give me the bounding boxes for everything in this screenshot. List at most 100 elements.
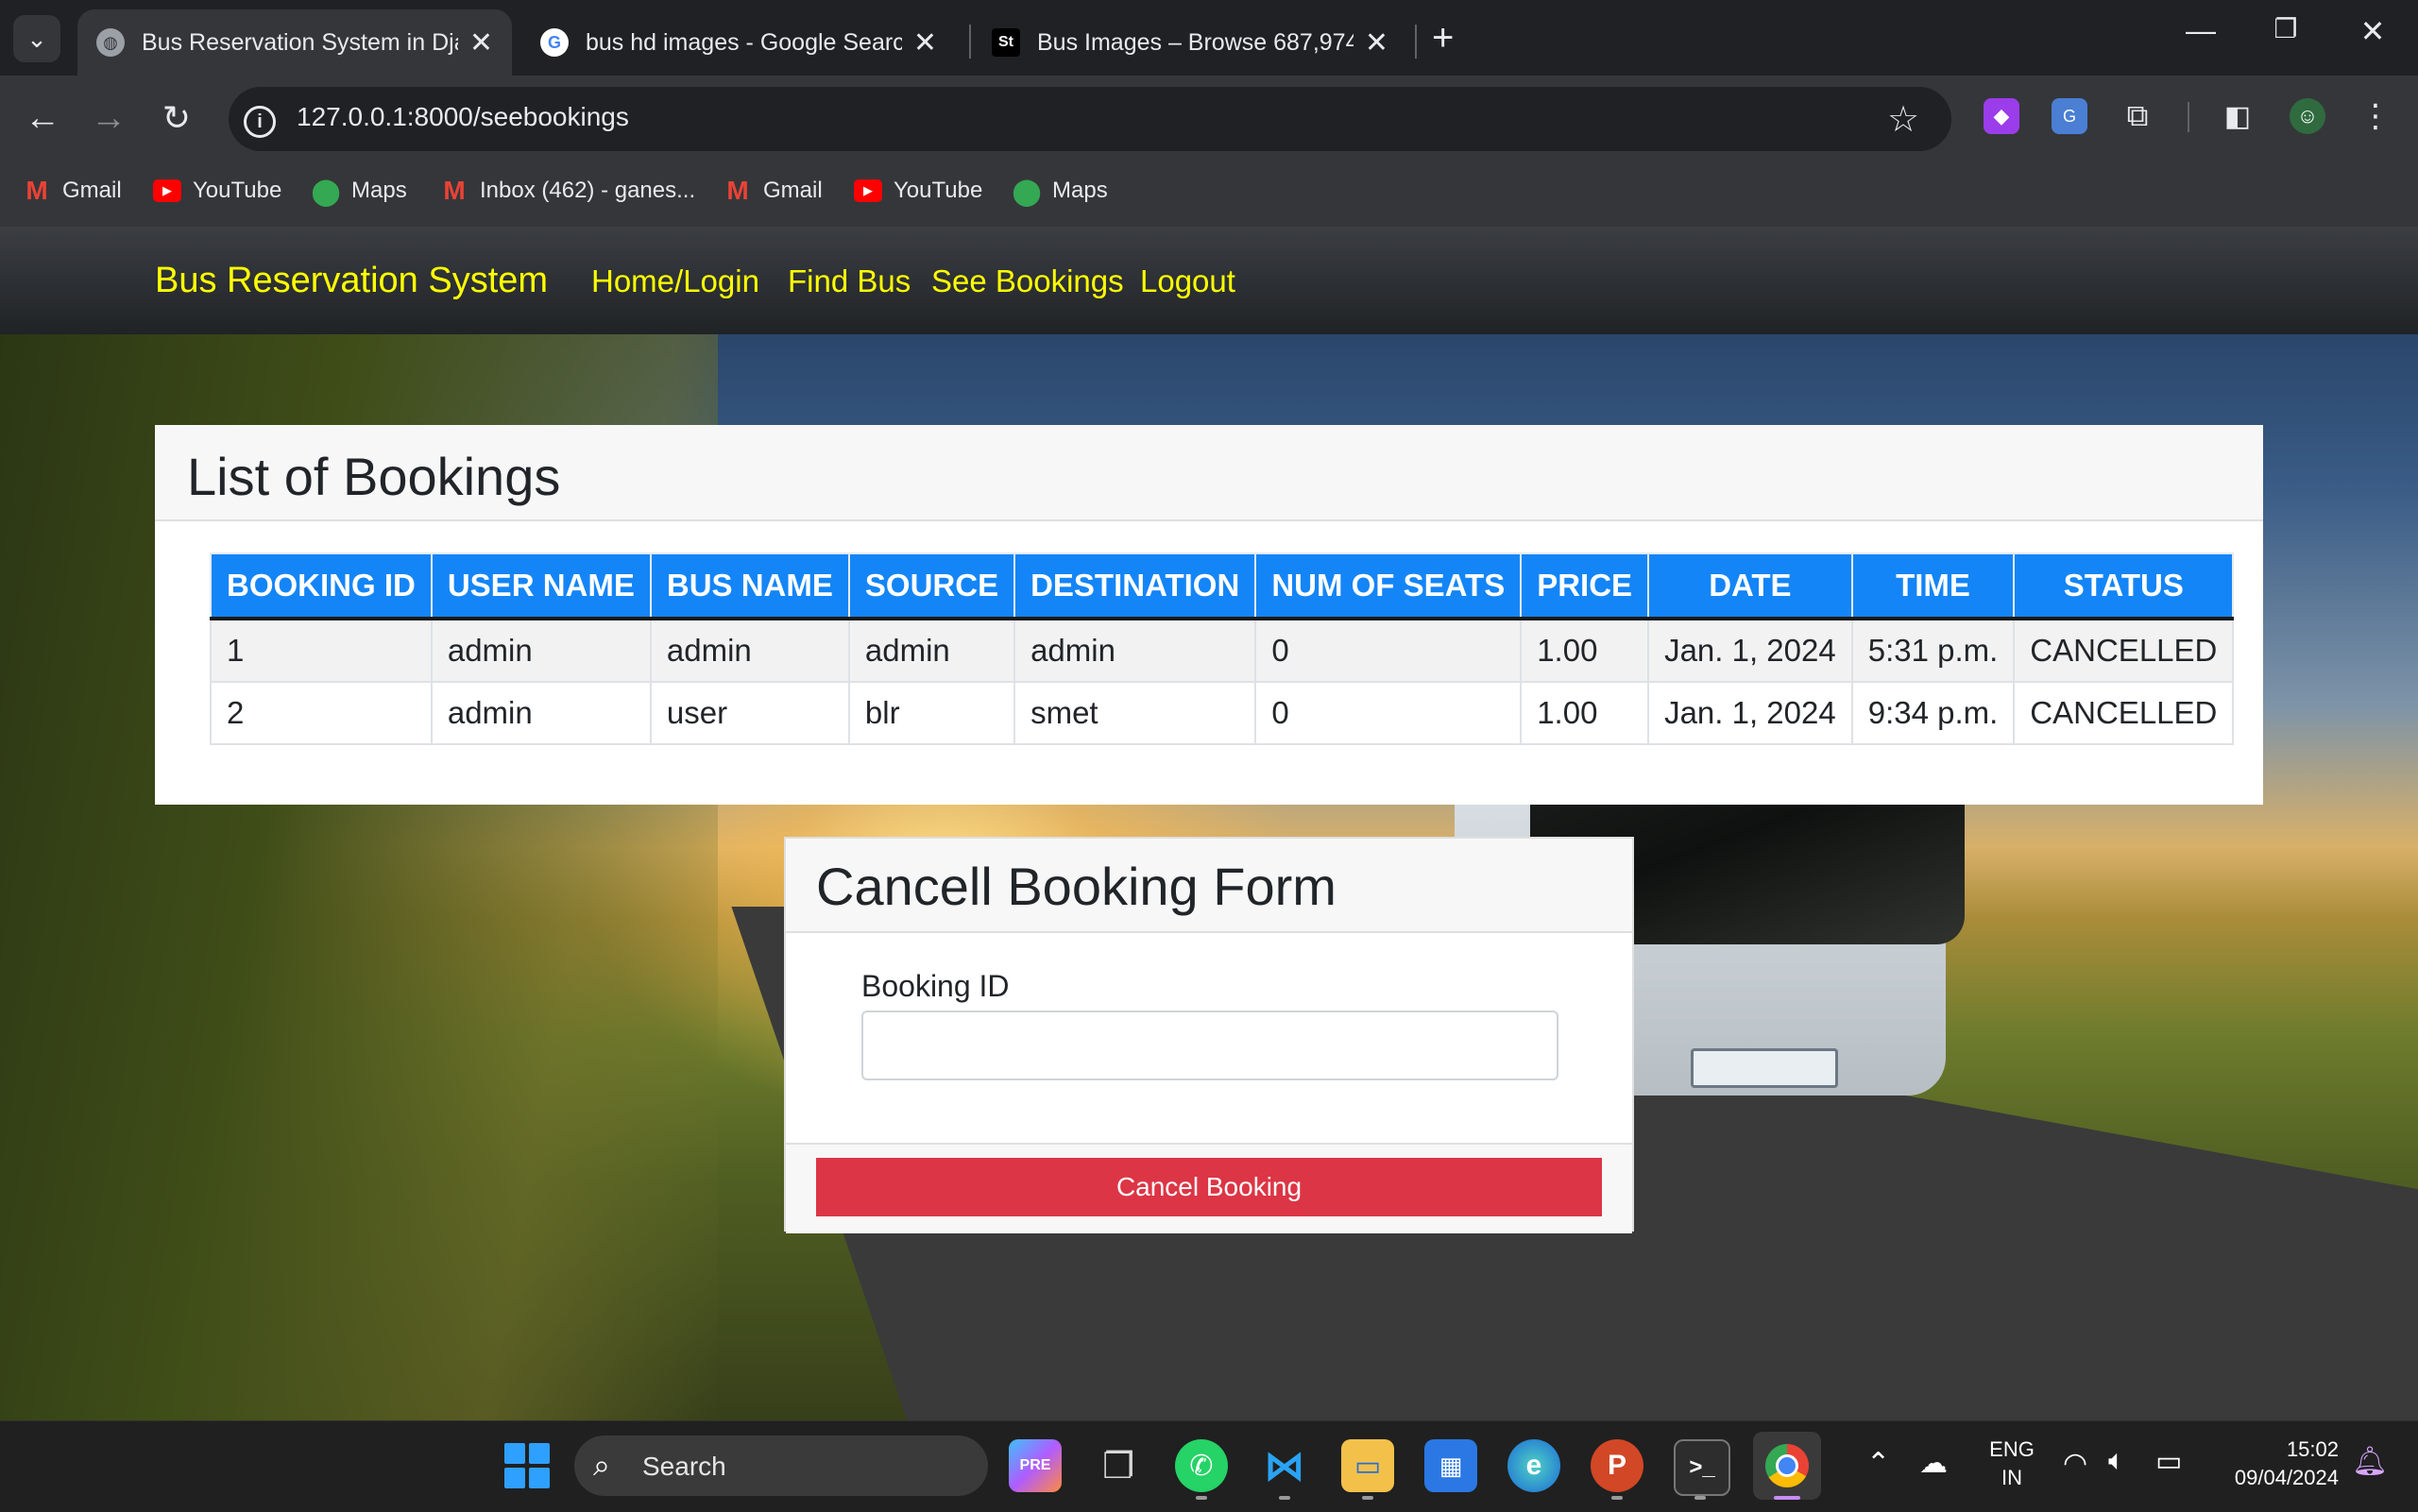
language-indicator[interactable]: ENG IN: [1984, 1436, 2040, 1492]
close-tab-icon[interactable]: ✕: [913, 26, 937, 59]
notification-bell-icon[interactable]: 🔔︎: [2352, 1445, 2388, 1478]
bookmark-label: Inbox (462) - ganes...: [480, 178, 696, 203]
page-background: [0, 227, 2418, 1420]
column-header: NUM OF SEATS: [1254, 552, 1523, 620]
chrome-taskbar-button[interactable]: [1753, 1432, 1821, 1500]
close-tab-icon[interactable]: ✕: [1365, 26, 1388, 59]
column-header: BOOKING ID: [210, 552, 433, 620]
copilot-icon[interactable]: PRE: [1009, 1439, 1062, 1492]
youtube-icon: ▶: [153, 179, 181, 202]
bookmark-star-icon[interactable]: ☆: [1887, 98, 1919, 141]
gmail-icon: M: [443, 176, 466, 205]
gmail-icon: M: [26, 176, 48, 205]
clock-date: 09/04/2024: [2234, 1466, 2339, 1489]
extension-purple-icon[interactable]: ◆: [1984, 98, 2019, 134]
bookmark-maps-2[interactable]: ⬤ Maps: [1012, 172, 1108, 210]
new-tab-button[interactable]: +: [1432, 17, 1454, 59]
column-header: STATUS: [2013, 552, 2235, 620]
tab-search-button[interactable]: ⌄: [13, 15, 60, 62]
cancel-booking-button[interactable]: Cancel Booking: [816, 1158, 1602, 1216]
side-panel-icon[interactable]: ◧: [2220, 98, 2256, 134]
nav-link-find-bus[interactable]: Find Bus: [788, 263, 911, 299]
profile-avatar[interactable]: ☺: [2290, 98, 2325, 134]
tab-separator: [969, 25, 971, 59]
bookmark-youtube[interactable]: ▶ YouTube: [153, 172, 281, 210]
chevron-down-icon: ⌄: [26, 24, 47, 53]
cell-booking-id: 1: [210, 618, 433, 683]
powerpoint-icon[interactable]: P: [1591, 1439, 1643, 1492]
translate-extension-icon[interactable]: G: [2052, 98, 2087, 134]
bookmark-label: Gmail: [763, 178, 823, 203]
vscode-icon[interactable]: ⋈: [1258, 1439, 1311, 1492]
tab-title: bus hd images - Google Search: [586, 28, 902, 56]
edge-icon[interactable]: e: [1507, 1439, 1560, 1492]
wifi-icon[interactable]: ◠: [2063, 1447, 2087, 1480]
cell-date: Jan. 1, 2024: [1647, 618, 1853, 683]
clock[interactable]: 15:02 09/04/2024: [2201, 1436, 2339, 1492]
background-trees: [0, 227, 718, 1420]
minimize-button[interactable]: —: [2172, 13, 2229, 48]
microsoft-store-icon[interactable]: ▦: [1424, 1439, 1477, 1492]
google-icon: G: [540, 28, 569, 57]
bookmark-label: Maps: [1052, 178, 1108, 203]
cell-source: blr: [847, 681, 1016, 745]
close-tab-icon[interactable]: ✕: [469, 26, 493, 59]
onedrive-cloud-icon[interactable]: ☁: [1919, 1447, 1948, 1480]
column-header: BUS NAME: [649, 552, 850, 620]
bookmark-gmail-2[interactable]: M Gmail: [724, 172, 823, 210]
bookmark-gmail[interactable]: M Gmail: [23, 172, 122, 210]
forward-button[interactable]: →: [85, 94, 132, 142]
youtube-icon: ▶: [854, 179, 882, 202]
running-indicator: [1196, 1496, 1207, 1500]
whatsapp-icon[interactable]: ✆: [1175, 1439, 1228, 1492]
task-view-icon[interactable]: ❐: [1092, 1439, 1145, 1492]
bookmark-label: YouTube: [193, 178, 282, 203]
bookmark-label: Gmail: [62, 178, 122, 203]
running-indicator: [1279, 1496, 1290, 1500]
reload-button[interactable]: ↻: [153, 94, 200, 142]
language-code: ENG: [1989, 1437, 2035, 1461]
column-header: DESTINATION: [1013, 552, 1257, 620]
terminal-icon[interactable]: >_: [1674, 1439, 1730, 1496]
maps-pin-icon: ⬤: [1012, 176, 1042, 206]
file-explorer-icon[interactable]: ▭: [1341, 1439, 1394, 1492]
bookmark-label: Maps: [351, 178, 407, 203]
tab-bus-reservation[interactable]: ◍ Bus Reservation System in Djan ✕: [77, 9, 512, 76]
nav-link-home-login[interactable]: Home/Login: [591, 263, 759, 299]
table-header-row: BOOKING ID USER NAME BUS NAME SOURCE DES…: [210, 552, 2235, 620]
nav-link-logout[interactable]: Logout: [1140, 263, 1235, 299]
column-header: TIME: [1850, 552, 2016, 620]
cancel-booking-card: Cancell Booking Form Booking ID Cancel B…: [784, 837, 1634, 1233]
navbar-brand[interactable]: Bus Reservation System: [155, 261, 548, 301]
battery-icon[interactable]: ▭: [2155, 1445, 2182, 1478]
active-indicator: [1774, 1496, 1800, 1500]
restore-button[interactable]: ❐: [2257, 13, 2314, 44]
extensions-puzzle-icon[interactable]: ⧉: [2120, 98, 2155, 134]
running-indicator: [1362, 1496, 1373, 1500]
site-info-icon[interactable]: i: [244, 106, 276, 138]
booking-id-input[interactable]: [861, 1011, 1558, 1080]
show-hidden-icons-chevron-icon[interactable]: ⌃: [1866, 1447, 1890, 1480]
cell-time: 5:31 p.m.: [1850, 618, 2016, 683]
more-menu-icon[interactable]: ⋮: [2358, 98, 2393, 134]
close-window-button[interactable]: ✕: [2344, 13, 2401, 49]
cell-date: Jan. 1, 2024: [1647, 681, 1853, 745]
column-header: DATE: [1647, 552, 1853, 620]
toolbar-separator: [2188, 102, 2189, 132]
tab-google-search[interactable]: G bus hd images - Google Search ✕: [521, 9, 956, 76]
url-text[interactable]: 127.0.0.1:8000/seebookings: [297, 102, 629, 132]
back-button[interactable]: ←: [19, 94, 66, 142]
bookmark-youtube-2[interactable]: ▶ YouTube: [854, 172, 982, 210]
windows-start-icon[interactable]: [504, 1443, 550, 1488]
bookmark-inbox[interactable]: M Inbox (462) - ganes...: [440, 172, 695, 210]
taskbar-search-box[interactable]: [574, 1436, 988, 1496]
region-code: IN: [2001, 1466, 2022, 1489]
bookmark-maps[interactable]: ⬤ Maps: [311, 172, 407, 210]
bookings-table: BOOKING ID USER NAME BUS NAME SOURCE DES…: [210, 552, 2235, 745]
cell-time: 9:34 p.m.: [1850, 681, 2016, 745]
volume-icon[interactable]: 🔈︎: [2108, 1445, 2125, 1477]
taskbar-search-label: Search: [642, 1452, 726, 1481]
tab-bus-images[interactable]: St Bus Images – Browse 687,974 S ✕: [973, 9, 1407, 76]
cell-destination: admin: [1013, 618, 1257, 683]
nav-link-see-bookings[interactable]: See Bookings: [931, 263, 1124, 299]
